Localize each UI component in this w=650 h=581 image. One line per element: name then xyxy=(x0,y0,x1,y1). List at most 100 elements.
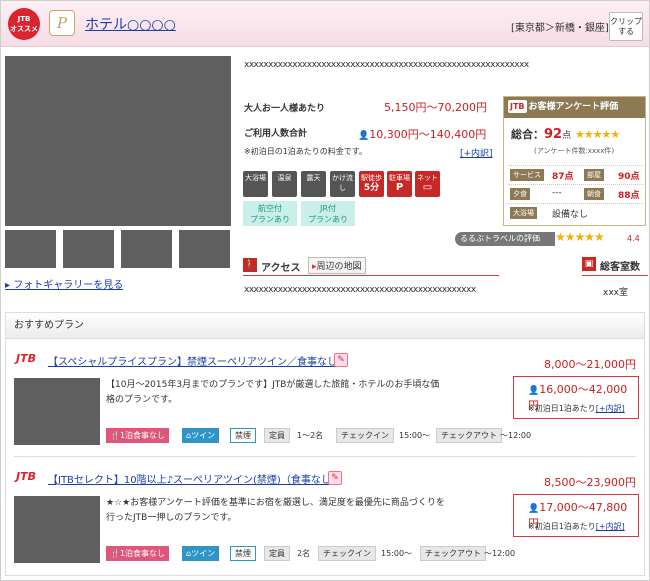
hotel-brand-logo: P xyxy=(49,10,75,36)
fac-label: 大浴場 xyxy=(245,174,266,182)
hotel-name-link[interactable]: ホテル○○○○ xyxy=(85,14,176,34)
room-type-label: ツイン xyxy=(191,431,216,440)
clip-button[interactable]: クリップ する xyxy=(609,12,643,41)
room-type-badge: ⌂ツイン xyxy=(182,546,220,561)
jr-plan-tag[interactable]: JR付 プランあり xyxy=(301,201,355,226)
per-adult-label: 大人お一人様あたり xyxy=(244,104,326,114)
thumbnail-1[interactable] xyxy=(5,230,56,268)
rurubu-rating-label: るるぶトラベルの評価 xyxy=(455,232,555,246)
rurubu-score: 4.4 xyxy=(627,234,640,243)
rooms-value: xxx室 xyxy=(603,288,628,298)
plan-divider xyxy=(14,456,636,457)
price-breakdown-link[interactable]: [+内訳] xyxy=(460,146,493,159)
plan-breakdown-link[interactable]: [+内訳] xyxy=(596,522,625,531)
bath-facility-icon: 大浴場 xyxy=(243,171,268,197)
badge-line2: オススメ xyxy=(10,25,38,33)
thumbnail-2[interactable] xyxy=(63,230,114,268)
walking-person-icon: 🚶 xyxy=(243,258,257,272)
plan-price-note: ※初泊日1泊あたり[+内訳] xyxy=(528,403,625,414)
station-walk-icon: 駅徒歩 5分 xyxy=(359,171,384,197)
fac-label: 露天 xyxy=(306,174,321,182)
cutlery-icon: 🍴 xyxy=(110,549,120,558)
air-plan-tag[interactable]: 航空付 プランあり xyxy=(243,201,297,226)
total-price: 👤10,300円〜140,400円 xyxy=(358,126,486,142)
tag-line1: JR付 xyxy=(320,204,336,213)
photo-gallery-label: フォトギャラリーを見る xyxy=(13,280,124,291)
room-type-label: ツイン xyxy=(191,549,216,558)
survey-value: --- xyxy=(552,188,562,198)
room-type-badge: ⌂ツイン xyxy=(182,428,220,443)
tag-line1: 航空付 xyxy=(258,204,282,213)
free-flowing-icon: かけ流し xyxy=(330,171,355,197)
plan-desc-line2: 行ったJTB一押しのプランです。 xyxy=(106,513,237,523)
plan-image[interactable] xyxy=(14,496,100,563)
capacity-label: 定員 xyxy=(264,546,290,561)
fac-label: 温泉 xyxy=(277,174,292,182)
room-icon: ▣ xyxy=(582,257,596,271)
meal-label: 1泊食事なし xyxy=(119,431,166,440)
survey-value: 87点 xyxy=(552,172,574,182)
thumbnail-3[interactable] xyxy=(121,230,172,268)
parking-icon: 駐車場 P xyxy=(387,171,412,197)
total-label: ご利用人数合計 xyxy=(244,129,308,139)
overall-label: 総合： xyxy=(511,128,544,141)
thumbnail-4[interactable] xyxy=(179,230,230,268)
fac-value: ▭ xyxy=(422,182,433,193)
plan-price-box: 👤16,000〜42,000円 ※初泊日1泊あたり[+内訳] xyxy=(513,376,639,419)
cutlery-icon: 🍴 xyxy=(110,431,120,440)
rooms-label: 総客室数 xyxy=(600,262,640,273)
checkout-label: チェックアウト xyxy=(436,428,502,443)
rooms-section-header: ▣ 総客室数 xyxy=(582,256,648,276)
jtb-brand-logo: JTB xyxy=(16,352,36,365)
checkin-value: 15:00〜 xyxy=(381,549,413,558)
plan-image[interactable] xyxy=(14,378,100,445)
checkin-label: チェックイン xyxy=(318,546,376,561)
plan-price-note: ※初泊日1泊あたり[+内訳] xyxy=(528,521,625,532)
person-icon: 👤 xyxy=(528,386,540,396)
plan-title-link[interactable]: 【スペシャルプライスプラン】禁煙スーペリアツイン／食事なし xyxy=(48,353,337,368)
per-adult-price: 5,150円〜70,200円 xyxy=(384,101,487,114)
overall-stars-icon: ★★★★★ xyxy=(574,128,620,141)
fac-value: P xyxy=(395,182,404,193)
access-label: アクセス xyxy=(261,263,301,274)
survey-value: 設備なし xyxy=(552,210,589,220)
plan-price-range: 8,500〜23,900円 xyxy=(544,476,636,489)
survey-header: JTB お客様アンケート評価 xyxy=(504,97,645,118)
plan-price-box: 👤17,000〜47,800円 ※初泊日1泊あたり[+内訳] xyxy=(513,494,639,537)
meal-badge: 🍴1泊食事なし xyxy=(106,546,170,561)
survey-row: 大浴場 設備なし xyxy=(508,203,644,221)
plan-note-text: ※初泊日1泊あたり xyxy=(528,522,596,531)
checkout-label: チェックアウト xyxy=(420,546,486,561)
plan-desc-line1: ★☆★お客様アンケート評価を基準にお宿を厳選し、満足度を最優先に商品づくりを xyxy=(106,498,445,508)
main-photo[interactable] xyxy=(5,56,231,226)
badge-line1: JTB xyxy=(17,15,31,23)
jtb-brand-logo: JTB xyxy=(16,470,36,483)
rurubu-stars-icon: ★★★★★ xyxy=(555,230,605,244)
access-text: xxxxxxxxxxxxxxxxxxxxxxxxxxxxxxxxxxxxxxxx… xyxy=(244,285,476,295)
jtb-logo: JTB xyxy=(508,100,527,113)
survey-label: 大浴場 xyxy=(510,207,537,219)
survey-row: サービス 87点 部屋 90点 xyxy=(508,165,644,183)
survey-label: サービス xyxy=(510,169,544,181)
survey-count: (アンケート件数:xxxx件) xyxy=(534,147,615,155)
recommended-title: おすすめプラン xyxy=(6,313,644,339)
photo-gallery-link[interactable]: ▸ フォトギャラリーを見る xyxy=(5,276,123,291)
nearby-map-button[interactable]: ▸周辺の地図 xyxy=(308,257,366,274)
plan-price-range: 8,000〜21,000円 xyxy=(544,358,636,371)
survey-label: 朝食 xyxy=(584,188,604,200)
meal-label: 1泊食事なし xyxy=(119,549,166,558)
checkin-value: 15:00〜 xyxy=(399,431,431,440)
plan-desc-line1: 【10月〜2015年3月までのプランです】JTBが厳選した旅館・ホテルのお手頃な… xyxy=(106,380,440,390)
fac-label: 駅徒歩 xyxy=(361,174,382,182)
plan-breakdown-link[interactable]: [+内訳] xyxy=(596,404,625,413)
plan-title-link[interactable]: 【JTBセレクト】10階以上♪スーペリアツイン(禁煙)（食事なし） xyxy=(48,471,341,486)
smoking-badge: 禁煙 xyxy=(230,546,256,561)
checkout-value: 〜12:00 xyxy=(484,549,516,558)
plan-note-text: ※初泊日1泊あたり xyxy=(528,404,596,413)
smoking-badge: 禁煙 xyxy=(230,428,256,443)
pencil-icon: ✎ xyxy=(334,353,348,367)
plan-description: ★☆★お客様アンケート評価を基準にお宿を厳選し、満足度を最優先に商品づくりを 行… xyxy=(106,496,476,526)
survey-label: 部屋 xyxy=(584,169,604,181)
hotel-description: xxxxxxxxxxxxxxxxxxxxxxxxxxxxxxxxxxxxxxxx… xyxy=(244,60,529,70)
area-breadcrumb[interactable]: [東京都＞新橋・銀座] xyxy=(511,19,609,34)
